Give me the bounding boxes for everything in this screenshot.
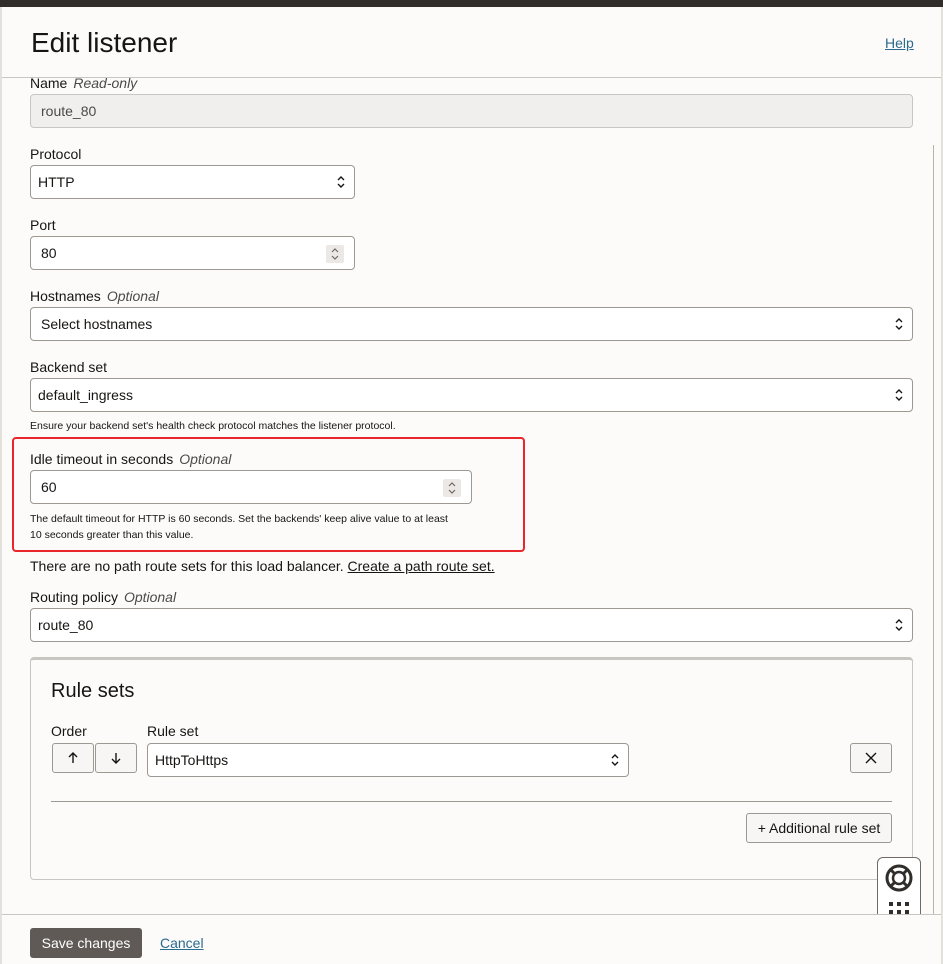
idle-timeout-hint-line1: The default timeout for HTTP is 60 secon… — [30, 513, 448, 525]
path-route-text: There are no path route sets for this lo… — [30, 558, 344, 574]
protocol-label: Protocol — [30, 146, 82, 162]
rule-sets-title: Rule sets — [51, 680, 135, 702]
help-link[interactable]: Help — [885, 35, 914, 51]
rule-sets-panel: Rule sets Order Rule set HttpToHttps + A… — [30, 657, 913, 880]
idle-timeout-label: Idle timeout in seconds Optional — [30, 451, 231, 467]
grid-icon[interactable] — [888, 901, 910, 915]
scrollbar[interactable] — [933, 145, 939, 915]
name-value: route_80 — [41, 103, 97, 119]
arrow-up-icon — [68, 752, 78, 763]
routing-policy-label-text: Routing policy — [30, 589, 118, 605]
rule-set-label: Rule set — [147, 723, 199, 739]
name-field: route_80 — [30, 94, 913, 128]
optional-qualifier: Optional — [106, 288, 159, 304]
hostnames-placeholder: Select hostnames — [41, 316, 153, 332]
idle-timeout-value: 60 — [41, 479, 57, 495]
close-icon — [865, 752, 877, 764]
hostnames-select[interactable]: Select hostnames — [30, 307, 913, 341]
protocol-value: HTTP — [38, 174, 75, 190]
port-label: Port — [30, 217, 56, 233]
idle-timeout-input[interactable]: 60 — [30, 470, 472, 504]
read-only-qualifier: Read-only — [73, 75, 138, 91]
idle-timeout-hint-line2: 10 seconds greater than this value. — [30, 529, 194, 541]
panel-header: Edit listener Help — [2, 7, 941, 78]
panel-footer: Save changes Cancel — [2, 914, 941, 964]
hostnames-label-text: Hostnames — [30, 288, 101, 304]
order-label: Order — [51, 723, 87, 739]
top-bar — [0, 0, 943, 7]
move-up-button[interactable] — [52, 743, 94, 773]
name-label-text: Name — [30, 75, 68, 91]
page-title: Edit listener — [31, 27, 178, 58]
chevron-updown-icon — [895, 389, 903, 401]
chevron-updown-icon — [895, 318, 903, 330]
remove-rule-set-button[interactable] — [850, 743, 892, 773]
create-path-route-link[interactable]: Create a path route set. — [348, 558, 495, 574]
routing-policy-label: Routing policy Optional — [30, 589, 176, 605]
routing-policy-select[interactable]: route_80 — [30, 608, 913, 642]
rule-set-select[interactable]: HttpToHttps — [147, 743, 629, 777]
chevron-updown-icon — [895, 619, 903, 631]
cancel-link[interactable]: Cancel — [160, 935, 204, 951]
lifebuoy-icon[interactable] — [884, 863, 914, 893]
optional-qualifier: Optional — [179, 451, 232, 467]
port-value: 80 — [41, 245, 57, 261]
stepper-icon[interactable] — [326, 245, 344, 263]
stepper-icon[interactable] — [443, 479, 461, 497]
hostnames-label: Hostnames Optional — [30, 288, 159, 304]
divider — [51, 801, 892, 802]
path-route-message: There are no path route sets for this lo… — [30, 558, 495, 574]
move-down-button[interactable] — [95, 743, 137, 773]
protocol-select[interactable]: HTTP — [30, 165, 355, 199]
backend-set-value: default_ingress — [38, 387, 133, 403]
name-label: Name Read-only — [30, 75, 137, 91]
chevron-updown-icon — [611, 754, 619, 766]
chevron-updown-icon — [337, 176, 345, 188]
optional-qualifier: Optional — [123, 589, 177, 605]
arrow-down-icon — [111, 753, 121, 764]
left-edge — [0, 7, 2, 964]
routing-policy-value: route_80 — [38, 617, 94, 633]
backend-set-hint: Ensure your backend set's health check p… — [30, 420, 396, 432]
idle-timeout-label-text: Idle timeout in seconds — [30, 451, 174, 467]
backend-set-label: Backend set — [30, 359, 108, 375]
rule-set-value: HttpToHttps — [155, 752, 229, 768]
save-changes-button[interactable]: Save changes — [30, 928, 142, 958]
backend-set-select[interactable]: default_ingress — [30, 378, 913, 412]
port-input[interactable]: 80 — [30, 236, 355, 270]
add-rule-set-button[interactable]: + Additional rule set — [746, 813, 892, 843]
